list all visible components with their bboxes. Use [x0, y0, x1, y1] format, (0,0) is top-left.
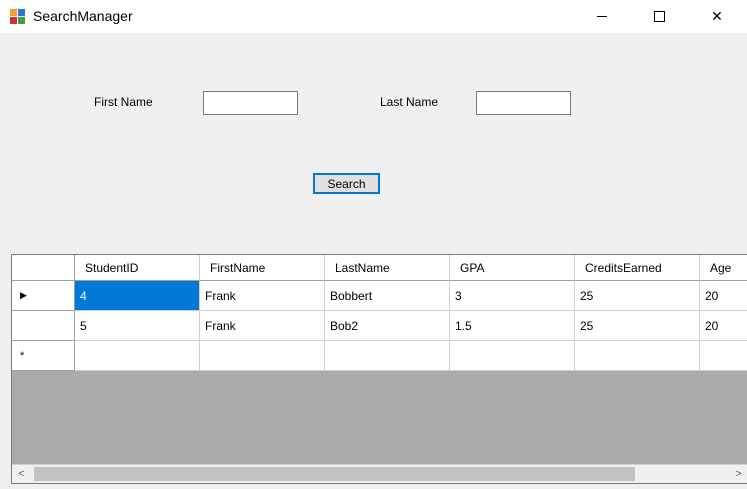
row-header[interactable]: ▶ — [12, 281, 75, 311]
column-header-creditsearned[interactable]: CreditsEarned — [575, 255, 700, 281]
new-row[interactable]: * — [12, 341, 747, 371]
horizontal-scrollbar[interactable]: < > — [12, 464, 747, 483]
row-header[interactable] — [12, 311, 75, 341]
column-header-lastname[interactable]: LastName — [325, 255, 450, 281]
last-name-input[interactable] — [476, 91, 571, 115]
maximize-button[interactable] — [636, 0, 682, 33]
students-data-grid[interactable]: StudentID FirstName LastName GPA Credits… — [11, 254, 747, 484]
last-name-label: Last Name — [380, 95, 439, 109]
table-cell-firstname[interactable]: Frank — [200, 281, 325, 311]
new-row-cell[interactable] — [325, 341, 450, 371]
table-cell-gpa[interactable]: 3 — [450, 281, 575, 311]
search-button[interactable]: Search — [313, 173, 380, 194]
window-title: SearchManager — [33, 8, 133, 24]
current-row-icon: ▶ — [20, 290, 27, 300]
table-row[interactable]: ▶ 4 Frank Bobbert 3 25 20 — [12, 281, 747, 311]
form-client-area: First Name Last Name Search StudentID Fi… — [0, 33, 747, 489]
scroll-left-icon[interactable]: < — [12, 465, 31, 483]
new-row-cell[interactable] — [200, 341, 325, 371]
table-cell-firstname[interactable]: Frank — [200, 311, 325, 341]
table-cell-studentid[interactable]: 4 — [75, 281, 200, 311]
table-cell-studentid[interactable]: 5 — [75, 311, 200, 341]
table-cell-gpa[interactable]: 1.5 — [450, 311, 575, 341]
new-row-header[interactable]: * — [12, 341, 75, 371]
scroll-right-icon[interactable]: > — [729, 465, 747, 483]
new-row-cell[interactable] — [450, 341, 575, 371]
table-cell-creditsearned[interactable]: 25 — [575, 281, 700, 311]
table-cell-age[interactable]: 20 — [700, 311, 747, 341]
column-header-gpa[interactable]: GPA — [450, 255, 575, 281]
scrollbar-thumb[interactable] — [34, 467, 635, 481]
new-row-cell[interactable] — [75, 341, 200, 371]
column-header-studentid[interactable]: StudentID — [75, 255, 200, 281]
close-icon: ✕ — [711, 8, 723, 24]
close-button[interactable]: ✕ — [694, 0, 740, 33]
grid-corner-header[interactable] — [12, 255, 75, 281]
table-cell-age[interactable]: 20 — [700, 281, 747, 311]
maximize-icon — [653, 11, 665, 22]
title-bar: SearchManager ✕ — [0, 0, 747, 33]
column-header-age[interactable]: Age — [700, 255, 747, 281]
first-name-label: First Name — [94, 95, 153, 109]
new-row-cell[interactable] — [700, 341, 747, 371]
column-header-firstname[interactable]: FirstName — [200, 255, 325, 281]
minimize-button[interactable] — [579, 0, 625, 33]
new-row-cell[interactable] — [575, 341, 700, 371]
minimize-icon — [597, 16, 607, 17]
app-icon — [10, 9, 26, 25]
table-cell-lastname[interactable]: Bob2 — [325, 311, 450, 341]
table-cell-creditsearned[interactable]: 25 — [575, 311, 700, 341]
first-name-input[interactable] — [203, 91, 298, 115]
new-row-icon: * — [20, 349, 25, 362]
table-cell-lastname[interactable]: Bobbert — [325, 281, 450, 311]
table-row[interactable]: 5 Frank Bob2 1.5 25 20 — [12, 311, 747, 341]
